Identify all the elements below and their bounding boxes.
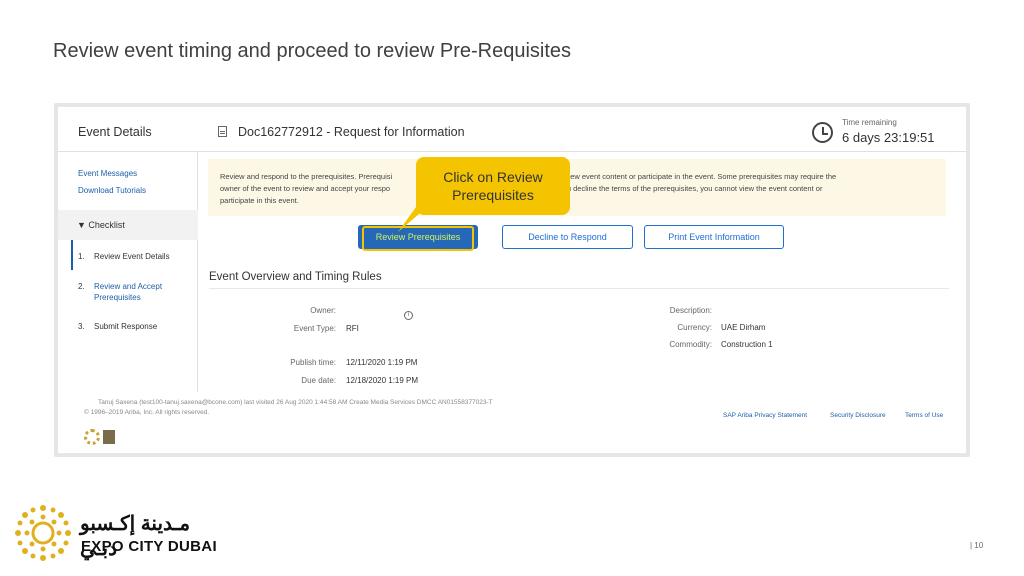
checklist-item-review-accept-prereqs[interactable]: 2. Review and Accept Prerequisites — [78, 281, 184, 303]
checklist-label: Review and Accept Prerequisites — [94, 282, 163, 302]
callout-line2: Prerequisites — [452, 187, 534, 203]
banner-line3: participate in this event. — [220, 196, 299, 205]
description-label: Description: — [669, 306, 712, 315]
overview-section-title: Event Overview and Timing Rules — [209, 271, 382, 283]
event-type-value: RFI — [346, 324, 359, 333]
event-type-label: Event Type: — [293, 324, 336, 333]
instruction-callout: Click on Review Prerequisites — [416, 157, 570, 215]
last-visited-text: Tanuj Saxena (test100-tanuj.saxena@bcone… — [98, 399, 493, 406]
page-number: | 10 — [970, 541, 984, 550]
slide-title: Review event timing and proceed to revie… — [53, 40, 572, 62]
checklist-item-submit-response[interactable]: 3. Submit Response — [78, 321, 158, 332]
ariba-badge-icon — [103, 430, 115, 444]
currency-value: UAE Dirham — [721, 323, 766, 332]
checklist-num: 3. — [78, 322, 85, 331]
commodity-label: Commodity: — [669, 340, 712, 349]
checklist-label: Review Event Details — [94, 252, 170, 261]
time-remaining-label: Time remaining — [842, 118, 897, 127]
active-indicator — [71, 240, 73, 270]
banner-line1-left: Review and respond to the prerequisites.… — [220, 172, 393, 181]
owner-label: Owner: — [310, 306, 336, 315]
copyright-text: © 1996–2019 Ariba, Inc. All rights reser… — [84, 409, 210, 416]
download-tutorials-link[interactable]: Download Tutorials — [78, 186, 146, 195]
checklist-label: Submit Response — [94, 322, 158, 331]
due-date-value: 12/18/2020 1:19 PM — [346, 376, 419, 385]
banner-line2-right: ent. If you decline the terms of the pre… — [538, 184, 823, 193]
security-disclosure-link[interactable]: Security Disclosure — [830, 412, 886, 419]
document-icon — [218, 126, 227, 137]
prerequisites-banner: Review and respond to the prerequisites.… — [208, 159, 946, 216]
banner-line2-left: owner of the event to review and accept … — [220, 184, 391, 193]
print-event-information-button[interactable]: Print Event Information — [644, 225, 784, 249]
info-icon[interactable]: i — [404, 311, 413, 320]
section-divider — [209, 288, 949, 289]
commodity-value: Construction 1 — [721, 340, 773, 349]
currency-label: Currency: — [677, 323, 712, 332]
checklist-header[interactable]: ▼ Checklist — [58, 210, 198, 240]
privacy-statement-link[interactable]: SAP Ariba Privacy Statement — [723, 412, 807, 419]
time-remaining-value: 6 days 23:19:51 — [842, 130, 935, 145]
decline-to-respond-button[interactable]: Decline to Respond — [502, 225, 633, 249]
publish-time-value: 12/11/2020 1:19 PM — [346, 358, 418, 367]
checklist-item-review-event-details[interactable]: 1. Review Event Details — [78, 251, 170, 262]
doc-title: Doc162772912 - Request for Information — [238, 125, 465, 139]
terms-of-use-link[interactable]: Terms of Use — [905, 412, 943, 419]
checklist-num: 2. — [78, 282, 85, 291]
due-date-label: Due date: — [301, 376, 336, 385]
event-messages-link[interactable]: Event Messages — [78, 169, 137, 178]
publish-time-label: Publish time: — [290, 358, 336, 367]
banner-line1-right: ou can view event content or participate… — [540, 172, 837, 181]
expo-mini-logo-icon — [84, 429, 100, 445]
clock-icon — [812, 122, 833, 143]
expo-city-logo-icon — [15, 505, 71, 561]
sidebar: Event Messages Download Tutorials ▼ Chec… — [58, 152, 198, 392]
event-details-title: Event Details — [78, 125, 152, 139]
checklist-num: 1. — [78, 252, 85, 261]
banner-text: Review and respond to the prerequisites.… — [220, 171, 920, 207]
expo-english-wordmark: EXPO CITY DUBAI — [81, 538, 217, 555]
callout-line1: Click on Review — [443, 169, 543, 185]
